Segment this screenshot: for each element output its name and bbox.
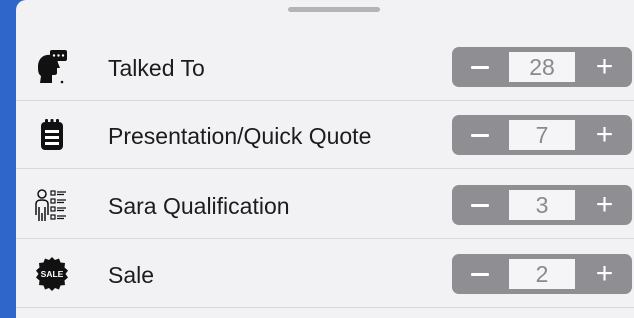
counter-row-presentation: Presentation/Quick Quote 7 +: [16, 101, 634, 169]
increment-button[interactable]: +: [577, 254, 632, 294]
row-label: Talked To: [108, 55, 205, 81]
increment-button[interactable]: +: [577, 185, 632, 225]
stepper-value[interactable]: 7: [509, 120, 575, 150]
decrement-button[interactable]: [452, 185, 507, 225]
minus-icon: [470, 203, 489, 207]
minus-icon: [470, 272, 489, 276]
stepper: 7 +: [452, 115, 632, 155]
decrement-button[interactable]: [452, 254, 507, 294]
counter-sheet: Talked To 28 + Presentation/Quick Quote: [16, 0, 634, 318]
decrement-button[interactable]: [452, 115, 507, 155]
increment-button[interactable]: +: [577, 47, 632, 87]
row-label: Sale: [108, 262, 155, 288]
counter-row-sara-qualification: Sara Qualification 3 +: [16, 171, 634, 239]
counter-row-sale: SALE Sale 2 +: [16, 240, 634, 308]
stepper: 28 +: [452, 47, 632, 87]
row-label: Presentation/Quick Quote: [108, 123, 372, 149]
talking-head-icon: [32, 47, 72, 87]
stepper: 3 +: [452, 185, 632, 225]
decrement-button[interactable]: [452, 47, 507, 87]
person-checklist-icon: [32, 185, 72, 225]
minus-icon: [470, 133, 489, 137]
row-label: Sara Qualification: [108, 193, 290, 219]
divider: [16, 307, 634, 308]
sale-badge-icon: SALE: [32, 254, 72, 294]
stepper: 2 +: [452, 254, 632, 294]
divider: [16, 238, 634, 239]
increment-button[interactable]: +: [577, 115, 632, 155]
divider: [16, 168, 634, 169]
minus-icon: [470, 65, 489, 69]
stepper-value[interactable]: 3: [509, 190, 575, 220]
sale-badge-text: SALE: [41, 269, 64, 279]
clipboard-icon: [32, 115, 72, 155]
stepper-value[interactable]: 28: [509, 52, 575, 82]
counter-row-talked-to: Talked To 28 +: [16, 33, 634, 101]
sheet-grabber[interactable]: [288, 7, 380, 12]
stepper-value[interactable]: 2: [509, 259, 575, 289]
